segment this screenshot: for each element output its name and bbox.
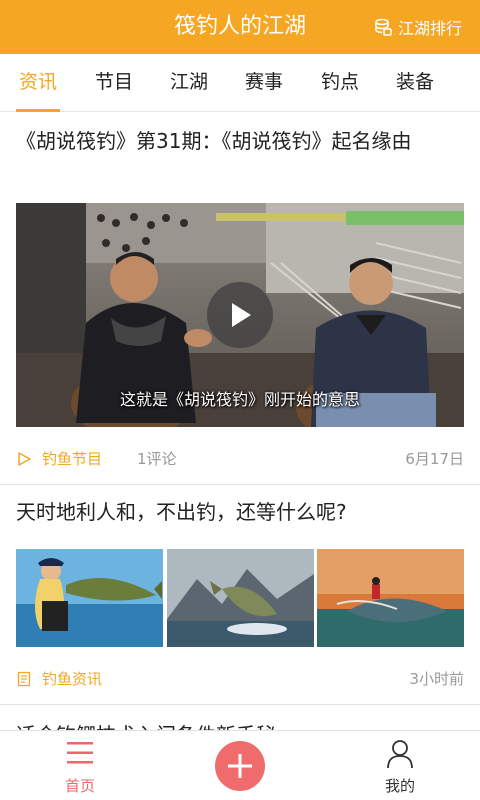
ranking-icon [375, 18, 392, 36]
rank-label: 江湖排行 [397, 19, 462, 38]
bottom-navigation: 首页 我的 [0, 730, 480, 800]
nav-me[interactable]: 我的 [360, 731, 440, 800]
jumping-fish-image [167, 549, 314, 647]
user-profile-icon [387, 740, 413, 769]
tab-label: 资讯 [18, 71, 57, 93]
tab-news[interactable]: 资讯 [16, 54, 60, 112]
nav-home-label: 首页 [64, 777, 95, 795]
tab-label: 节目 [94, 71, 133, 93]
divider [0, 484, 480, 485]
article-icon [17, 671, 31, 687]
rank-button[interactable]: 江湖排行 [373, 0, 462, 54]
play-button[interactable] [207, 282, 273, 348]
add-button[interactable] [215, 741, 265, 791]
publish-date: 6月17日 [405, 450, 464, 468]
tab-label: 江湖 [169, 71, 208, 93]
plus-icon [228, 754, 252, 778]
article-meta: 钓鱼节目 1评论 6月17日 [16, 446, 464, 472]
article-image[interactable] [317, 549, 464, 647]
tab-programs[interactable]: 节目 [92, 54, 136, 112]
fantasy-fish-image [317, 549, 464, 647]
category-tabs: 资讯 节目 江湖 赛事 钓点 装备 [0, 54, 480, 112]
angler-with-fish-image [16, 549, 163, 647]
article-image[interactable] [167, 549, 314, 647]
article-image[interactable] [16, 549, 163, 647]
video-subtitle: 这就是《胡说筏钓》刚开始的意思 [119, 390, 360, 409]
active-tab-indicator [16, 109, 60, 112]
publish-time: 3小时前 [409, 670, 464, 688]
menu-lines-icon [67, 742, 93, 764]
comment-count: 1评论 [137, 450, 177, 468]
article-title[interactable]: 天时地利人和，不出钓，还等什么呢? [16, 498, 464, 526]
divider [0, 704, 480, 705]
play-outline-icon [18, 452, 31, 466]
nav-me-label: 我的 [384, 777, 415, 795]
tab-label: 钓点 [320, 71, 359, 93]
news-feed[interactable]: 《胡说筏钓》第31期：《胡说筏钓》起名缘由 这就是《胡说筏钓》刚开始的意思 钓鱼… [0, 113, 480, 730]
tab-label: 装备 [395, 71, 434, 93]
app-header: 筏钓人的江湖 江湖排行 [0, 0, 480, 54]
nav-home[interactable]: 首页 [40, 731, 120, 800]
tab-jianghu[interactable]: 江湖 [167, 54, 211, 112]
tab-events[interactable]: 赛事 [242, 54, 286, 112]
article-meta: 钓鱼资讯 3小时前 [16, 666, 464, 692]
article-title[interactable]: 适合钓鲫技术入门条件新手秘 [16, 719, 276, 730]
video-thumbnail[interactable]: 这就是《胡说筏钓》刚开始的意思 [16, 203, 464, 427]
tab-spots[interactable]: 钓点 [318, 54, 362, 112]
play-icon [232, 303, 251, 327]
category-tag[interactable]: 钓鱼节目 [42, 446, 102, 472]
tab-gear[interactable]: 装备 [393, 54, 437, 112]
category-tag[interactable]: 钓鱼资讯 [42, 666, 102, 692]
article-title[interactable]: 《胡说筏钓》第31期：《胡说筏钓》起名缘由 [16, 127, 464, 155]
tab-label: 赛事 [244, 71, 283, 93]
